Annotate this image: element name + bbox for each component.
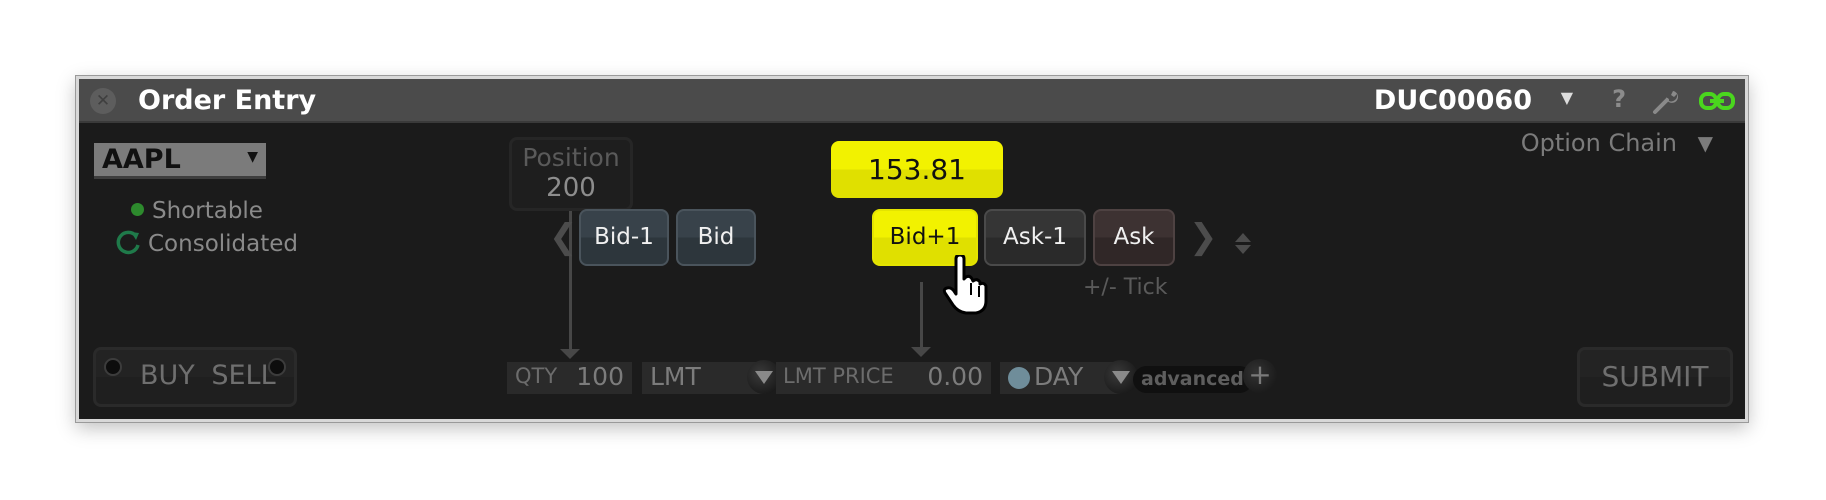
title-bar: ✕ Order Entry DUC00060 ▼ ? [79,79,1745,123]
symbol-text: AAPL [102,144,181,175]
submit-button[interactable]: SUBMIT [1577,347,1733,407]
option-chain-button[interactable]: Option Chain [1521,129,1677,157]
help-icon[interactable]: ? [1612,85,1626,113]
status-dot-icon [131,203,144,216]
tick-down-icon[interactable] [1235,245,1251,254]
toggle-hole-left [104,358,122,376]
qty-value[interactable]: 100 [576,362,624,391]
order-type-value: LMT [650,362,701,391]
wrench-icon[interactable] [1651,87,1681,115]
quantity-field[interactable]: QTY 100 [507,362,632,394]
limit-price-label: LMT PRICE [783,364,894,388]
advanced-button[interactable]: advanced [1133,366,1253,393]
shortable-status: Shortable [131,198,263,224]
symbol-selector[interactable]: AAPL ▼ [94,143,266,179]
price-connector-line [920,282,923,349]
refresh-icon[interactable] [114,229,142,257]
tick-up-icon[interactable] [1235,233,1251,242]
chevron-down-icon[interactable]: ▼ [247,149,258,165]
position-box: Position 200 [509,137,633,211]
chevron-down-icon[interactable]: ▼ [1561,88,1573,107]
chevron-left-icon[interactable]: ❮ [549,217,578,257]
position-value: 200 [546,173,596,203]
consolidated-label: Consolidated [148,231,299,257]
limit-price-value[interactable]: 0.00 [927,362,983,391]
buy-sell-label: BUY SELL [140,360,276,391]
shortable-label: Shortable [152,198,263,224]
time-in-force-value: DAY [1034,362,1084,391]
price-button-bid-minus-1[interactable]: Bid-1 [579,209,669,266]
price-button-ask-minus-1[interactable]: Ask-1 [984,209,1086,266]
price-display: 153.81 [831,141,1003,198]
arrow-down-icon [911,347,931,357]
window-title: Order Entry [138,85,317,116]
link-icon[interactable] [1699,89,1735,113]
chevron-down-icon[interactable]: ▼ [1698,131,1713,155]
time-in-force-select[interactable]: DAY [1000,362,1120,394]
arrow-down-icon [560,349,580,359]
position-label: Position [522,143,620,172]
close-icon[interactable]: ✕ [90,88,116,114]
consolidated-status[interactable]: Consolidated [114,229,298,257]
price-button-bid[interactable]: Bid [676,209,756,266]
plus-icon[interactable]: + [1243,359,1277,393]
order-entry-window: ✕ Order Entry DUC00060 ▼ ? AAPL ▼ Shorta… [75,75,1749,423]
hand-cursor-icon [942,255,988,315]
tick-label: +/- Tick [1083,275,1168,300]
buy-sell-toggle[interactable]: BUY SELL [93,347,297,407]
qty-label: QTY [515,364,558,388]
chevron-right-icon[interactable]: ❯ [1189,217,1218,257]
advanced-label: advanced [1141,368,1244,390]
account-selector[interactable]: DUC00060 [1374,85,1532,116]
clock-icon [1008,367,1030,389]
price-button-ask[interactable]: Ask [1093,209,1175,266]
limit-price-field[interactable]: LMT PRICE 0.00 [776,362,991,394]
